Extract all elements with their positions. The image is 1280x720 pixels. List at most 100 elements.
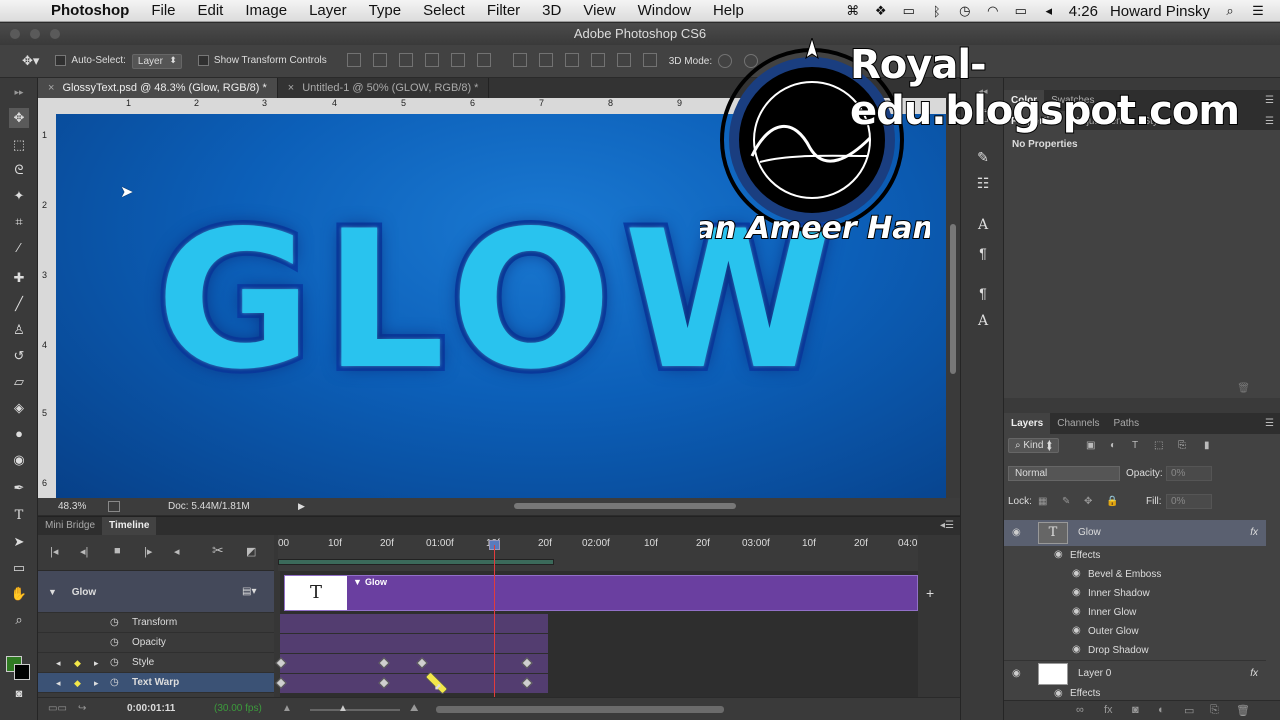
clip-expand-icon[interactable]: ▼ — [353, 577, 362, 587]
filter-shape-icon[interactable]: ⬚ — [1154, 440, 1163, 451]
status-arrow-icon[interactable]: ▶ — [298, 498, 305, 515]
timeline-zoom-slider[interactable] — [310, 709, 400, 711]
background-color-swatch[interactable] — [14, 664, 30, 680]
fx-icon[interactable]: fx — [1250, 520, 1258, 546]
tab-timeline[interactable]: Timeline — [102, 517, 157, 535]
menu-layer[interactable]: Layer — [298, 2, 358, 19]
align-right-icon[interactable] — [476, 52, 491, 67]
track-text-warp[interactable]: ◂ ◆ ▸ ◷ Text Warp — [38, 673, 274, 693]
distribute-6-icon[interactable] — [642, 52, 657, 67]
next-frame-icon[interactable]: |▸ — [144, 545, 152, 558]
blur-tool-icon[interactable]: ● — [9, 424, 29, 444]
effect-row[interactable]: ◉ Drop Shadow — [1004, 641, 1266, 660]
zoom-slider-thumb[interactable]: ▲ — [338, 698, 348, 720]
filter-type-icon[interactable]: T — [1132, 440, 1138, 451]
convert-frames-icon[interactable]: ▭▭ — [48, 698, 67, 720]
menu-3d[interactable]: 3D — [531, 2, 572, 19]
battery-icon[interactable]: ▭ — [1013, 3, 1029, 18]
filter-adjustment-icon[interactable]: ◐ — [1110, 440, 1116, 451]
visibility-eye-icon[interactable]: ◉ — [1054, 689, 1068, 699]
tab-paths[interactable]: Paths — [1107, 413, 1147, 434]
new-layer-icon[interactable]: ⎘ — [1210, 704, 1219, 717]
transform-subtrack[interactable] — [280, 614, 548, 633]
dropbox-icon[interactable]: ❖ — [873, 3, 889, 18]
filter-smart-object-icon[interactable]: ⎘ — [1178, 440, 1186, 451]
track-style[interactable]: ◂ ◆ ▸ ◷ Style — [38, 653, 274, 673]
playhead-line[interactable] — [494, 545, 495, 697]
new-group-icon[interactable]: ▭ — [1184, 704, 1194, 717]
menu-edit[interactable]: Edit — [187, 2, 235, 19]
distribute-1-icon[interactable] — [512, 52, 527, 67]
opacity-subtrack[interactable] — [280, 634, 548, 653]
zoom-window-icon[interactable] — [50, 29, 60, 39]
split-clip-icon[interactable]: ✂ — [212, 542, 224, 559]
visibility-eye-icon[interactable]: ◉ — [1012, 669, 1026, 679]
airplay-icon[interactable]: ▭ — [901, 3, 917, 18]
prev-keyframe-icon[interactable]: ◂ — [56, 653, 61, 673]
effects-row[interactable]: ◉ Effects — [1004, 546, 1266, 565]
opacity-input[interactable]: 0% — [1166, 466, 1212, 481]
crop-tool-icon[interactable]: ⌗ — [9, 212, 29, 232]
effect-row[interactable]: ◉ Inner Glow — [1004, 603, 1266, 622]
audio-icon[interactable]: ◂ — [174, 545, 180, 558]
layer-name[interactable]: Glow — [1078, 520, 1101, 546]
move-tool-preset-icon[interactable]: ✥▾ — [22, 53, 39, 69]
menu-view[interactable]: View — [572, 2, 626, 19]
lock-all-icon[interactable]: 🔒 — [1106, 496, 1118, 507]
distribute-3-icon[interactable] — [564, 52, 579, 67]
zoom-level[interactable]: 48.3% — [58, 498, 86, 515]
lock-pixels-icon[interactable]: ✎ — [1062, 496, 1070, 507]
add-style-icon[interactable]: fx — [1104, 704, 1113, 716]
dodge-tool-icon[interactable]: ◉ — [9, 450, 29, 470]
align-bottom-icon[interactable] — [398, 52, 413, 67]
effect-row[interactable]: ◉ Outer Glow — [1004, 622, 1266, 641]
brush-tool-icon[interactable]: ╱ — [9, 294, 29, 314]
bluetooth-icon[interactable]: ᛒ — [929, 4, 945, 19]
time-machine-icon[interactable]: ◷ — [957, 3, 973, 18]
tab-channels[interactable]: Channels — [1050, 413, 1106, 434]
menu-select[interactable]: Select — [412, 2, 476, 19]
layer-row-glow[interactable]: ◉ T Glow fx — [1004, 520, 1266, 546]
next-keyframe-icon[interactable]: ▸ — [94, 673, 99, 693]
lasso-tool-icon[interactable]: ᘓ — [9, 160, 29, 180]
paint-bucket-tool-icon[interactable]: ◈ — [9, 398, 29, 418]
zoom-tool-icon[interactable]: ⌕ — [9, 610, 29, 630]
vertical-ruler[interactable]: 1 2 3 4 5 6 — [38, 98, 56, 498]
panel-menu-icon[interactable]: ◂☰ — [940, 520, 954, 531]
clock[interactable]: 4:26 — [1069, 3, 1098, 20]
menu-type[interactable]: Type — [358, 2, 413, 19]
track-area[interactable]: T ▼ Glow — [275, 571, 918, 697]
add-keyframe-icon[interactable]: ◆ — [74, 673, 81, 693]
stopwatch-icon[interactable]: ◷ — [110, 673, 119, 693]
visibility-eye-icon[interactable]: ◉ — [1072, 626, 1086, 636]
minimize-window-icon[interactable] — [30, 29, 40, 39]
status-menu-icon[interactable] — [108, 501, 120, 512]
link-layers-icon[interactable]: ∞ — [1076, 704, 1084, 716]
quick-mask-icon[interactable]: ◙ — [9, 684, 29, 704]
visibility-eye-icon[interactable]: ◉ — [1054, 550, 1068, 560]
glow-clip[interactable]: T ▼ Glow — [284, 575, 918, 611]
stamp-tool-icon[interactable]: ♙ — [9, 320, 29, 340]
render-icon[interactable]: ↪ — [78, 698, 86, 720]
menu-file[interactable]: File — [140, 2, 186, 19]
tools-collapse-icon[interactable]: ▸▸ — [9, 82, 29, 102]
add-media-icon[interactable]: + — [926, 585, 934, 601]
layer-filter-dropdown[interactable]: ⌕ Kind ⬍ — [1008, 438, 1060, 453]
zoom-out-timeline-icon[interactable]: ▲ — [282, 698, 292, 720]
visibility-eye-icon[interactable]: ◉ — [1012, 528, 1026, 538]
prev-keyframe-icon[interactable]: ◂ — [56, 673, 61, 693]
stopwatch-icon[interactable]: ◷ — [110, 653, 119, 673]
menu-app[interactable]: Photoshop — [40, 2, 140, 19]
fill-input[interactable]: 0% — [1166, 494, 1212, 509]
add-keyframe-icon[interactable]: ◆ — [74, 653, 81, 673]
rectangle-tool-icon[interactable]: ▭ — [9, 558, 29, 578]
blend-mode-dropdown[interactable]: Normal — [1008, 466, 1120, 481]
eyedropper-tool-icon[interactable]: ⁄ — [9, 238, 29, 258]
history-brush-tool-icon[interactable]: ↺ — [9, 346, 29, 366]
character-styles-icon[interactable]: A — [974, 312, 992, 330]
magic-wand-tool-icon[interactable]: ✦ — [9, 186, 29, 206]
layer-row-layer0[interactable]: ◉ Layer 0 fx — [1004, 660, 1266, 686]
align-vcenter-icon[interactable] — [372, 52, 387, 67]
delete-icon[interactable]: 🗑 — [1237, 383, 1250, 394]
menu-filter[interactable]: Filter — [476, 2, 531, 19]
